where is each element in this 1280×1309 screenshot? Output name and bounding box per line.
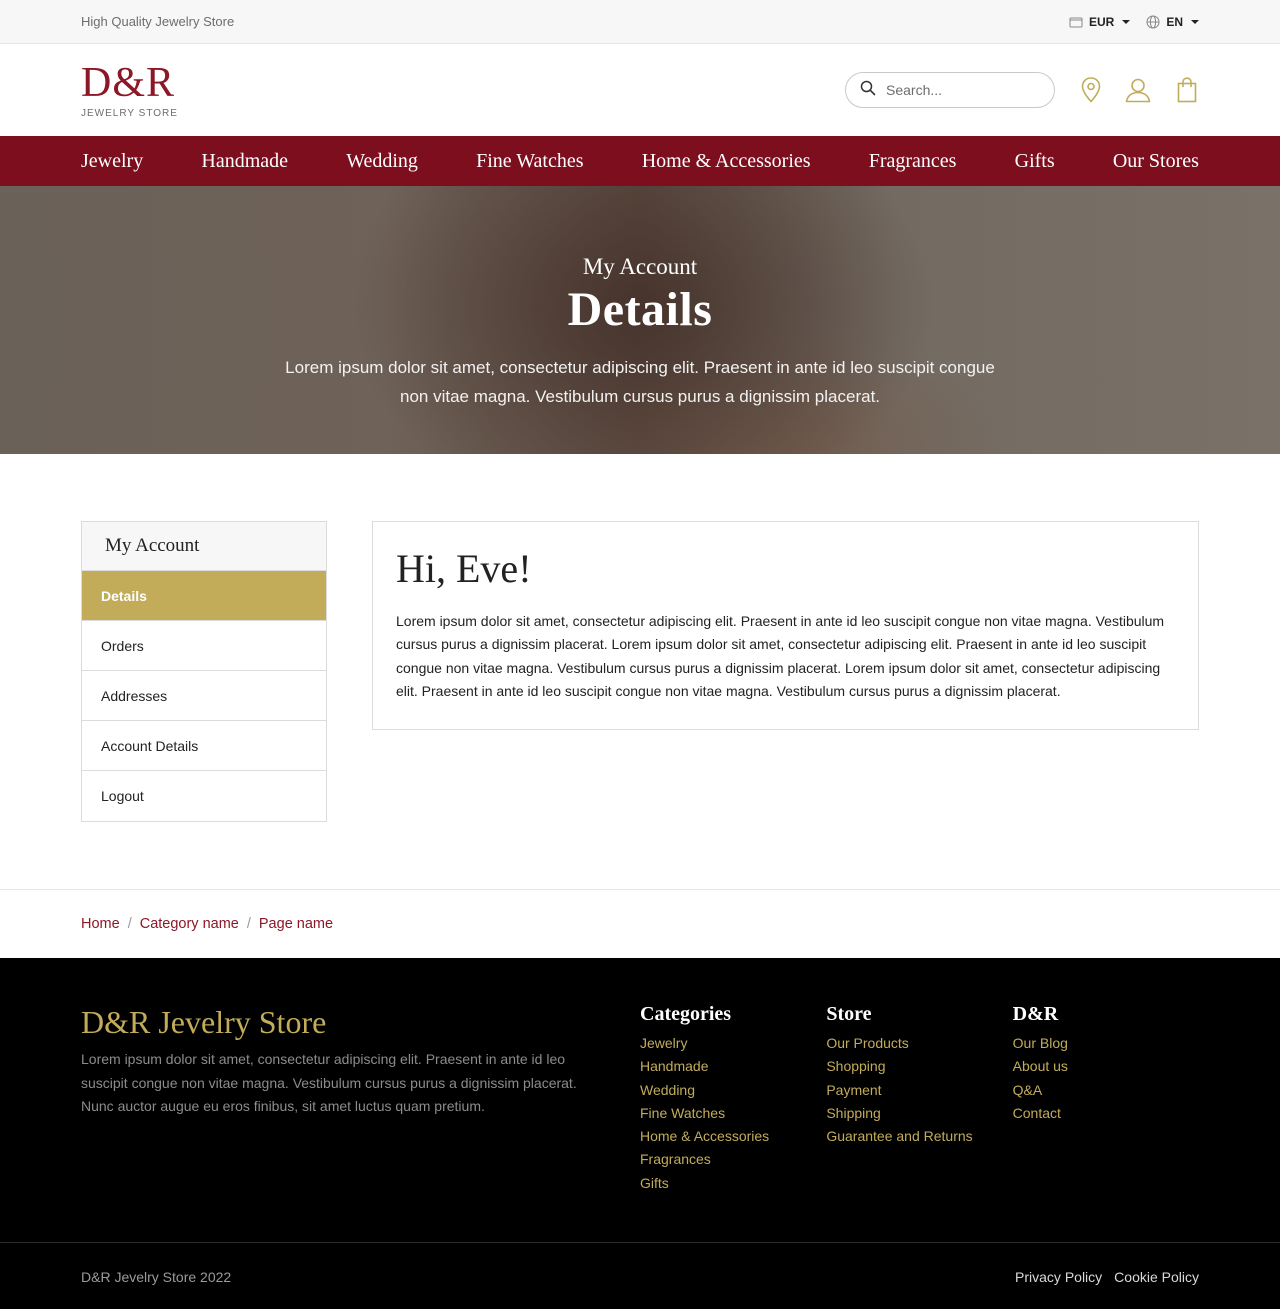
- chevron-down-icon: [1191, 19, 1199, 24]
- hero-kicker: My Account: [582, 254, 698, 279]
- footer-link-payment[interactable]: Payment: [826, 1079, 1012, 1102]
- footer-brand-title: D&R Jevelry Store: [81, 1004, 327, 1040]
- main-content: My Account Details Orders Addresses Acco…: [0, 454, 1280, 889]
- breadcrumb-home[interactable]: Home: [81, 916, 120, 932]
- page-title: Details: [567, 283, 713, 336]
- footer-link-guarantee-returns[interactable]: Guarantee and Returns: [826, 1125, 1012, 1148]
- top-bar: High Quality Jewelry Store EUR EN: [0, 0, 1280, 44]
- user-icon[interactable]: [1125, 76, 1151, 104]
- breadcrumb: Home / Category name / Page name: [0, 889, 1280, 958]
- footer-column-heading: Categories: [640, 1003, 732, 1025]
- footer-column-categories: Categories Jewelry Handmade Wedding Fine…: [640, 1002, 826, 1242]
- logo-subtitle: JEWELRY STORE: [81, 107, 178, 119]
- sidebar-item-orders[interactable]: Orders: [82, 621, 326, 671]
- currency-value: EUR: [1088, 14, 1115, 29]
- greeting-heading: Hi, Eve!: [396, 546, 532, 591]
- hero-banner: My Account Details Lorem ipsum dolor sit…: [0, 186, 1280, 454]
- site-footer: D&R Jevelry Store Lorem ipsum dolor sit …: [0, 958, 1280, 1242]
- location-pin-icon[interactable]: [1079, 76, 1103, 104]
- search-box: [845, 72, 1055, 108]
- footer-brand: D&R Jevelry Store Lorem ipsum dolor sit …: [81, 1002, 640, 1242]
- breadcrumb-separator: /: [246, 915, 251, 932]
- footer-link-our-blog[interactable]: Our Blog: [1013, 1032, 1199, 1055]
- hero-description: Lorem ipsum dolor sit amet, consectetur …: [285, 358, 995, 406]
- nav-item-gifts[interactable]: Gifts: [1015, 150, 1055, 173]
- footer-link-jewelry[interactable]: Jewelry: [640, 1032, 826, 1055]
- sidebar-item-details[interactable]: Details: [82, 571, 326, 621]
- site-header: D&R JEWELRY STORE: [0, 44, 1280, 136]
- footer-link-qa[interactable]: Q&A: [1013, 1079, 1199, 1102]
- footer-link-shipping[interactable]: Shipping: [826, 1102, 1012, 1125]
- nav-item-jewelry[interactable]: Jewelry: [81, 150, 143, 173]
- nav-item-fine-watches[interactable]: Fine Watches: [476, 150, 583, 173]
- footer-link-handmade[interactable]: Handmade: [640, 1055, 826, 1078]
- footer-link-our-products[interactable]: Our Products: [826, 1032, 1012, 1055]
- store-tagline: High Quality Jewelry Store: [81, 14, 235, 29]
- footer-link-gifts[interactable]: Gifts: [640, 1172, 826, 1195]
- chevron-down-icon: [1122, 19, 1131, 24]
- account-sidebar-heading: My Account: [82, 522, 326, 571]
- footer-link-fragrances[interactable]: Fragrances: [640, 1148, 826, 1171]
- footer-link-shopping[interactable]: Shopping: [826, 1055, 1012, 1078]
- nav-item-fragrances[interactable]: Fragrances: [869, 150, 957, 173]
- footer-column-dr: D&R Our Blog About us Q&A Contact: [1013, 1002, 1199, 1242]
- copyright-text: D&R Jevelry Store 2022: [81, 1268, 232, 1285]
- main-navigation: Jewelry Handmade Wedding Fine Watches Ho…: [0, 136, 1280, 186]
- language-selector[interactable]: EN: [1146, 15, 1199, 29]
- account-details-panel: Hi, Eve! Lorem ipsum dolor sit amet, con…: [372, 521, 1199, 731]
- search-icon[interactable]: [860, 80, 876, 101]
- sidebar-item-account-details[interactable]: Account Details: [82, 721, 326, 771]
- shopping-bag-icon[interactable]: [1175, 76, 1199, 104]
- sidebar-item-logout[interactable]: Logout: [82, 771, 326, 821]
- footer-bottom-bar: D&R Jevelry Store 2022 Privacy Policy Co…: [0, 1242, 1280, 1309]
- sidebar-item-addresses[interactable]: Addresses: [82, 671, 326, 721]
- footer-link-about-us[interactable]: About us: [1013, 1055, 1199, 1078]
- nav-item-wedding[interactable]: Wedding: [346, 150, 418, 173]
- wallet-icon: [1069, 16, 1083, 28]
- store-logo[interactable]: D&R JEWELRY STORE: [81, 62, 178, 119]
- nav-item-handmade[interactable]: Handmade: [201, 150, 288, 173]
- footer-column-heading: D&R: [1012, 1003, 1059, 1025]
- breadcrumb-category[interactable]: Category name: [140, 916, 239, 932]
- breadcrumb-page[interactable]: Page name: [259, 916, 333, 932]
- nav-item-home-accessories[interactable]: Home & Accessories: [642, 150, 811, 173]
- footer-link-contact[interactable]: Contact: [1013, 1102, 1199, 1125]
- footer-column-store: Store Our Products Shopping Payment Ship…: [826, 1002, 1012, 1242]
- footer-link-home-accessories[interactable]: Home & Accessories: [640, 1125, 826, 1148]
- search-input[interactable]: [886, 82, 1036, 98]
- privacy-policy-link[interactable]: Privacy Policy: [1015, 1269, 1102, 1285]
- account-sidebar: My Account Details Orders Addresses Acco…: [81, 521, 327, 822]
- footer-column-heading: Store: [826, 1003, 872, 1025]
- footer-link-wedding[interactable]: Wedding: [640, 1079, 826, 1102]
- globe-icon: [1146, 15, 1160, 29]
- greeting-text: Lorem ipsum dolor sit amet, consectetur …: [396, 613, 1165, 699]
- logo-mark: D&R: [81, 59, 176, 106]
- currency-selector[interactable]: EUR: [1069, 14, 1131, 29]
- nav-item-our-stores[interactable]: Our Stores: [1113, 150, 1199, 173]
- cookie-policy-link[interactable]: Cookie Policy: [1114, 1269, 1199, 1285]
- language-value: EN: [1166, 14, 1183, 29]
- footer-link-fine-watches[interactable]: Fine Watches: [640, 1102, 826, 1125]
- footer-brand-text: Lorem ipsum dolor sit amet, consectetur …: [81, 1051, 577, 1114]
- breadcrumb-separator: /: [127, 915, 132, 932]
